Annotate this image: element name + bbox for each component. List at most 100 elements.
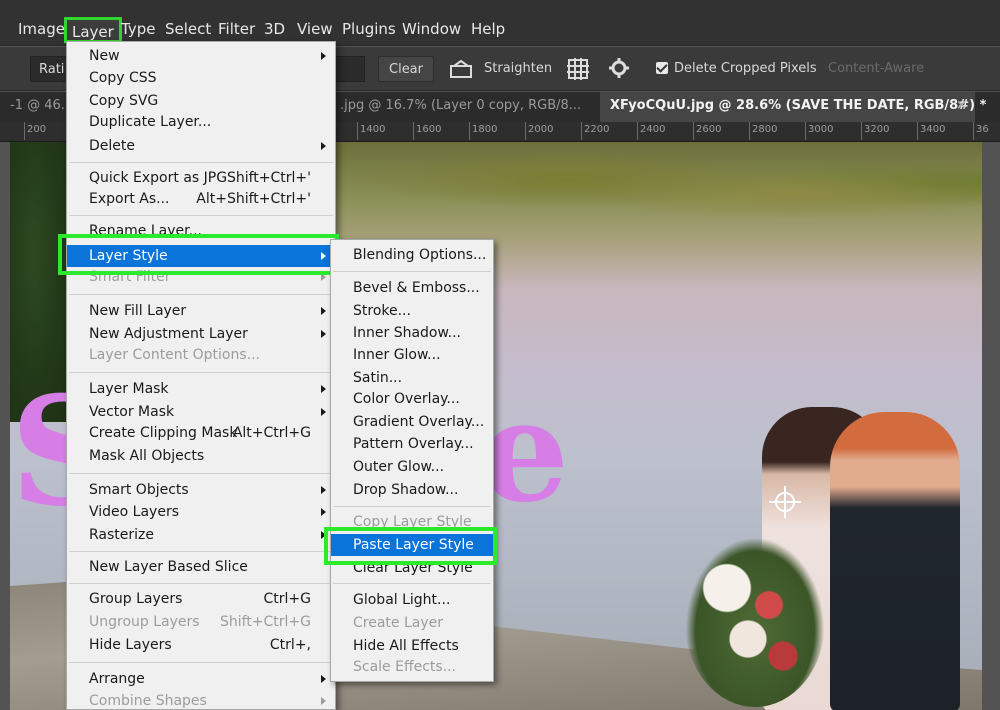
menu-item-quick-export[interactable]: Quick Export as JPG Shift+Ctrl+'	[67, 167, 335, 189]
menu-3d[interactable]: 3D	[260, 14, 289, 44]
tab-document-1[interactable]: -1 @ 46.	[0, 92, 75, 122]
submenu-item-bevel-emboss[interactable]: Bevel & Emboss...	[331, 277, 493, 299]
submenu-item-inner-glow[interactable]: Inner Glow...	[331, 344, 493, 366]
ruler-tick: 36	[973, 122, 989, 140]
submenu-item-color-overlay[interactable]: Color Overlay...	[331, 388, 493, 410]
menu-item-new-layer-based-slice[interactable]: New Layer Based Slice	[67, 556, 335, 578]
menu-item-label: Smart Objects	[89, 482, 189, 498]
crop-straighten-icon[interactable]	[449, 58, 473, 84]
ruler-tick: 2200	[580, 122, 610, 140]
menu-item-label: Layer Mask	[89, 381, 169, 397]
menu-separator	[69, 162, 333, 163]
delete-cropped-pixels-label: Delete Cropped Pixels	[674, 61, 817, 76]
menu-item-delete[interactable]: Delete	[67, 135, 335, 157]
ruler-tick: 2400	[636, 122, 666, 140]
ruler-tick: 1800	[468, 122, 498, 140]
menu-select[interactable]: Select	[161, 14, 215, 44]
menu-item-video-layers[interactable]: Video Layers	[67, 501, 335, 523]
menu-item-new[interactable]: New	[67, 45, 335, 67]
highlight-box-layer-style	[58, 234, 339, 275]
menu-item-duplicate-layer[interactable]: Duplicate Layer...	[67, 111, 335, 133]
ratio-height-input[interactable]	[333, 56, 365, 82]
menu-item-smart-objects[interactable]: Smart Objects	[67, 479, 335, 501]
submenu-item-hide-all-effects[interactable]: Hide All Effects	[331, 635, 493, 657]
menu-item-layer-mask[interactable]: Layer Mask	[67, 378, 335, 400]
submenu-item-outer-glow[interactable]: Outer Glow...	[331, 456, 493, 478]
menu-filter[interactable]: Filter	[214, 14, 259, 44]
submenu-item-stroke[interactable]: Stroke...	[331, 300, 493, 322]
menu-separator	[69, 551, 333, 552]
menu-item-label: Hide Layers	[89, 637, 172, 653]
menu-image[interactable]: Image	[14, 14, 69, 44]
photo-water-reflection	[340, 142, 982, 237]
tab-close-icon[interactable]: ×	[956, 92, 967, 120]
submenu-item-inner-shadow[interactable]: Inner Shadow...	[331, 322, 493, 344]
menu-item-ungroup-layers: Ungroup Layers Shift+Ctrl+G	[67, 611, 335, 633]
submenu-arrow-icon	[321, 307, 326, 315]
grid-overlay-icon[interactable]	[567, 58, 589, 84]
menu-item-arrange[interactable]: Arrange	[67, 668, 335, 690]
menu-item-label: Rasterize	[89, 527, 155, 543]
menu-item-mask-all-objects[interactable]: Mask All Objects	[67, 445, 335, 467]
submenu-item-blending-options[interactable]: Blending Options...	[331, 244, 493, 266]
tab-document-2[interactable]: .jpg @ 16.7% (Layer 0 copy, RGB/8...	[330, 92, 591, 122]
ratio-dropdown[interactable]: Rati	[30, 56, 68, 82]
menu-item-copy-svg[interactable]: Copy SVG	[67, 90, 335, 112]
menu-item-new-adjustment-layer[interactable]: New Adjustment Layer	[67, 323, 335, 345]
submenu-item-pattern-overlay[interactable]: Pattern Overlay...	[331, 433, 493, 455]
menu-item-label: Export As...	[89, 191, 170, 207]
submenu-arrow-icon	[321, 330, 326, 338]
menu-item-rasterize[interactable]: Rasterize	[67, 524, 335, 546]
menu-layer[interactable]: Layer	[64, 17, 122, 43]
submenu-arrow-icon	[321, 52, 326, 60]
submenu-arrow-icon	[321, 675, 326, 683]
ruler-tick: 2800	[748, 122, 778, 140]
menu-shortcut: Ctrl+,	[269, 637, 311, 653]
ruler-tick: 3400	[916, 122, 946, 140]
ruler-tick: 2600	[692, 122, 722, 140]
ruler-tick: 1400	[356, 122, 386, 140]
ruler-tick: 3200	[860, 122, 890, 140]
checkbox-checked-icon	[656, 61, 668, 74]
menu-item-copy-css[interactable]: Copy CSS	[67, 67, 335, 89]
straighten-label[interactable]: Straighten	[484, 56, 552, 82]
submenu-arrow-icon	[321, 408, 326, 416]
menu-item-label: Group Layers	[89, 591, 183, 607]
menu-shortcut: Alt+Ctrl+G	[232, 425, 311, 441]
menu-separator	[69, 583, 333, 584]
clear-button[interactable]: Clear	[378, 56, 434, 82]
crosshair-icon	[769, 486, 801, 518]
menu-help[interactable]: Help	[467, 14, 509, 44]
delete-cropped-pixels-checkbox[interactable]: Delete Cropped Pixels	[656, 56, 817, 82]
menu-window[interactable]: Window	[398, 14, 465, 44]
menu-shortcut: Shift+Ctrl+'	[226, 170, 311, 186]
submenu-item-scale-effects: Scale Effects...	[353, 659, 457, 675]
layer-style-submenu: Blending Options... Bevel & Emboss... St…	[330, 239, 494, 682]
menu-item-label: Vector Mask	[89, 404, 175, 420]
layer-menu-dropdown: New Copy CSS Copy SVG Duplicate Layer...…	[66, 41, 336, 710]
menu-bar: Image Layer Type Select Filter 3D View P…	[0, 0, 1000, 46]
menu-item-create-clipping-mask[interactable]: Create Clipping Mask Alt+Ctrl+G	[67, 422, 335, 444]
submenu-item-global-light[interactable]: Global Light...	[331, 589, 493, 611]
menu-item-hide-layers[interactable]: Hide Layers Ctrl+,	[67, 634, 335, 656]
menu-item-label: New Fill Layer	[89, 303, 187, 319]
menu-item-vector-mask[interactable]: Vector Mask	[67, 401, 335, 423]
submenu-arrow-icon	[321, 697, 326, 705]
menu-item-export-as[interactable]: Export As... Alt+Shift+Ctrl+'	[67, 188, 335, 210]
submenu-item-drop-shadow[interactable]: Drop Shadow...	[331, 479, 493, 501]
submenu-item-gradient-overlay[interactable]: Gradient Overlay...	[331, 411, 493, 433]
menu-plugins[interactable]: Plugins	[338, 14, 400, 44]
menu-separator	[69, 215, 333, 216]
menu-view[interactable]: View	[293, 14, 337, 44]
menu-item-new-fill-layer[interactable]: New Fill Layer	[67, 300, 335, 322]
menu-type[interactable]: Type	[117, 14, 159, 44]
submenu-arrow-icon	[321, 142, 326, 150]
menu-item-combine-shapes: Combine Shapes	[67, 690, 335, 710]
menu-item-group-layers[interactable]: Group Layers Ctrl+G	[67, 588, 335, 610]
content-aware-label: Content-Aware	[828, 61, 925, 76]
submenu-item-satin[interactable]: Satin...	[331, 367, 493, 389]
menu-item-label: New Adjustment Layer	[89, 326, 248, 342]
gear-icon[interactable]	[609, 58, 629, 84]
menu-separator	[69, 372, 333, 373]
tab-document-active[interactable]: XFyoCQuU.jpg @ 28.6% (SAVE THE DATE, RGB…	[600, 92, 986, 122]
